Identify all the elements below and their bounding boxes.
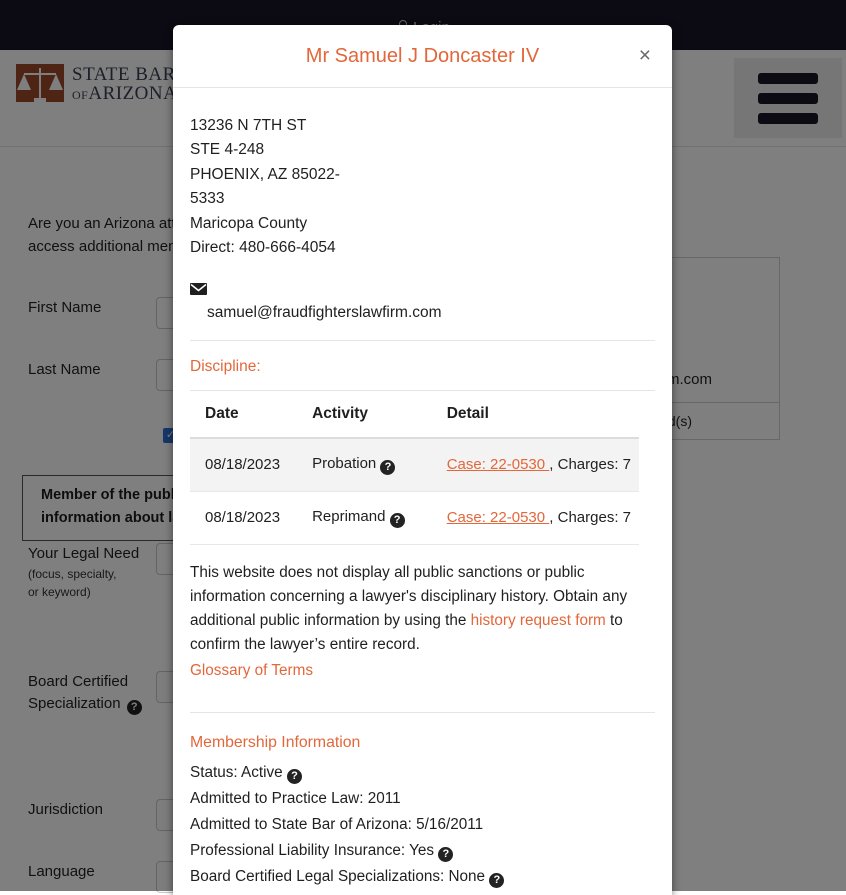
address-phone: Direct: 480-666-4054	[190, 239, 336, 257]
column-header-date: Date	[190, 390, 298, 439]
membership-board-cert-text: Board Certified Legal Specializations: N…	[190, 868, 486, 886]
discipline-table: Date Activity Detail 08/18/2023 Probatio…	[190, 390, 639, 545]
charges-text: , Charges: 7	[549, 509, 631, 527]
discipline-disclaimer: This website does not display all public…	[190, 561, 654, 683]
discipline-label: Discipline:	[190, 358, 655, 391]
address-line: 13236 N 7TH ST	[190, 117, 307, 134]
membership-liability-insurance: Professional Liability Insurance: Yes ?	[190, 838, 655, 864]
membership-liability-text: Professional Liability Insurance: Yes	[190, 842, 435, 860]
help-icon[interactable]: ?	[286, 768, 302, 784]
charges-text: , Charges: 7	[549, 456, 631, 474]
help-icon[interactable]: ?	[380, 459, 396, 475]
cell-detail: Case: 22-0530 , Charges: 7	[431, 491, 639, 545]
section-divider	[190, 711, 655, 713]
discipline-table-header-row: Date Activity Detail	[190, 390, 639, 439]
close-icon[interactable]: ×	[635, 43, 655, 68]
cell-activity: Reprimand ?	[297, 491, 432, 545]
membership-information-list: Status: Active ? Admitted to Practice La…	[190, 760, 655, 891]
membership-admitted-practice: Admitted to Practice Law: 2011	[190, 789, 401, 807]
modal-title: Mr Samuel J Doncaster IV	[305, 44, 540, 67]
cell-detail: Case: 22-0530 , Charges: 7	[431, 437, 639, 492]
attorney-detail-modal: Mr Samuel J Doncaster IV × 13236 N 7TH S…	[173, 25, 672, 895]
address-line: 5333	[190, 190, 225, 208]
attorney-address: 13236 N 7TH ST STE 4-248 PHOENIX, AZ 850…	[190, 114, 365, 261]
table-row: 08/18/2023 Probation ? Case: 22-0530 , C…	[190, 437, 639, 492]
modal-body: 13236 N 7TH ST STE 4-248 PHOENIX, AZ 850…	[173, 88, 672, 895]
help-icon[interactable]: ?	[489, 873, 505, 889]
address-line: PHOENIX, AZ 85022-	[190, 165, 340, 183]
membership-admitted-bar: Admitted to State Bar of Arizona: 5/16/2…	[190, 816, 484, 833]
membership-board-certifications: Board Certified Legal Specializations: N…	[190, 864, 655, 890]
history-request-form-link[interactable]: history request form	[471, 612, 606, 629]
column-header-detail: Detail	[431, 390, 639, 439]
activity-text: Probation	[312, 454, 377, 472]
membership-status-text: Status: Active	[190, 763, 283, 781]
table-row: 08/18/2023 Reprimand ? Case: 22-0530 , C…	[190, 491, 639, 545]
help-icon[interactable]: ?	[389, 512, 405, 528]
membership-status: Status: Active ?	[190, 760, 655, 786]
activity-text: Reprimand	[312, 507, 386, 525]
modal-header: Mr Samuel J Doncaster IV ×	[173, 25, 672, 88]
attorney-email[interactable]: samuel@fraudfighterslawfirm.com	[207, 304, 655, 322]
case-link[interactable]: Case: 22-0530	[447, 456, 550, 473]
membership-information-title: Membership Information	[190, 733, 361, 751]
cell-date: 08/18/2023	[190, 491, 298, 545]
cell-activity: Probation ?	[297, 437, 432, 492]
case-link[interactable]: Case: 22-0530	[447, 509, 550, 526]
attorney-email-block: samuel@fraudfighterslawfirm.com	[190, 282, 655, 341]
cell-date: 08/18/2023	[190, 437, 298, 492]
glossary-of-terms-link[interactable]: Glossary of Terms	[190, 659, 654, 683]
envelope-icon	[190, 282, 207, 295]
column-header-activity: Activity	[297, 390, 432, 439]
address-county: Maricopa County	[190, 214, 308, 232]
address-line: STE 4-248	[190, 141, 265, 159]
help-icon[interactable]: ?	[438, 847, 454, 863]
